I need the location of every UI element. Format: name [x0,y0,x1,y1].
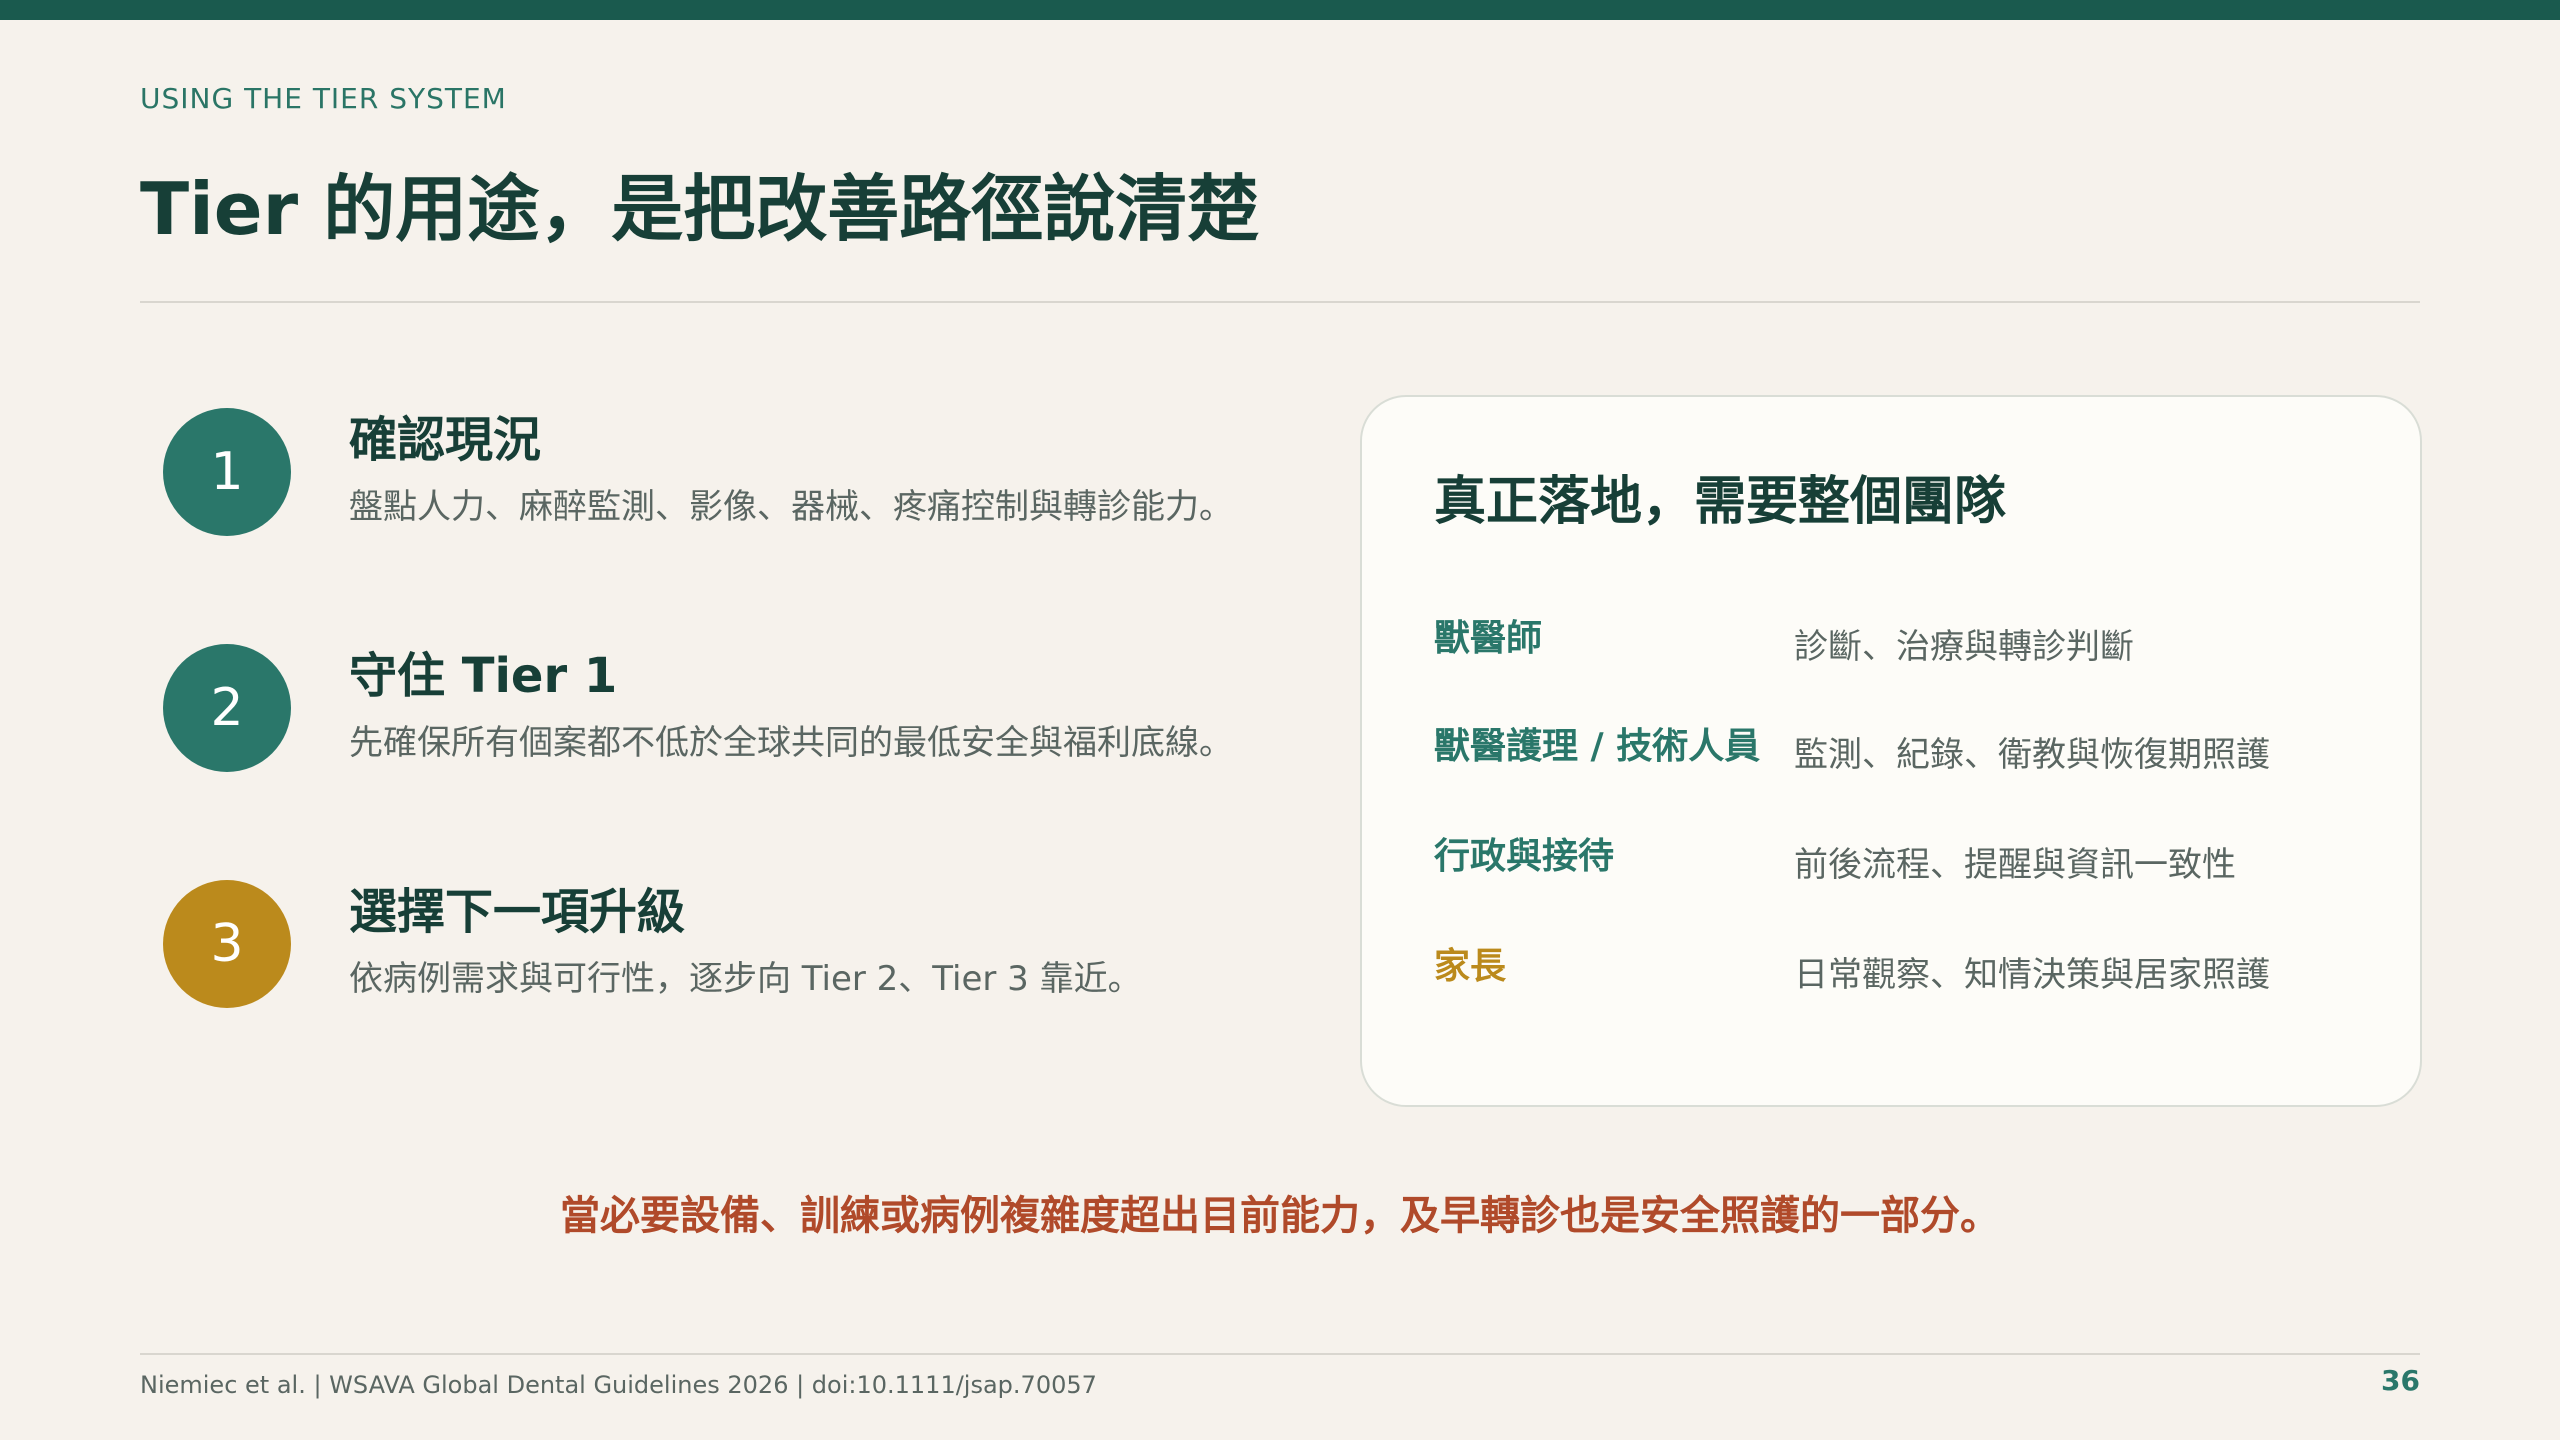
footer-divider [140,1353,2420,1355]
section-eyebrow: USING THE TIER SYSTEM [140,82,507,115]
team-responsibility: 診斷、治療與轉診判斷 [1794,627,2134,667]
title-divider [140,301,2420,303]
team-role: 家長 [1434,946,1507,987]
team-role: 獸醫師 [1434,618,1543,659]
team-role: 獸醫護理 / 技術人員 [1434,726,1761,767]
team-responsibility: 前後流程、提醒與資訊一致性 [1794,845,2236,885]
step-description: 先確保所有個案都不低於全球共同的最低安全與福利底線。 [349,723,1233,763]
step-title: 選擇下一項升級 [349,884,686,940]
slide-title: Tier 的用途，是把改善路徑說清楚 [140,167,1260,251]
team-responsibility: 監測、紀錄、衛教與恢復期照護 [1794,735,2270,775]
team-role: 行政與接待 [1434,836,1615,877]
team-responsibility: 日常觀察、知情決策與居家照護 [1794,955,2270,995]
referral-callout: 當必要設備、訓練或病例複雜度超出目前能力，及早轉診也是安全照護的一部分。 [560,1193,2000,1239]
top-accent-bar [0,0,2560,20]
page-number: 36 [2381,1364,2420,1397]
citation-footer: Niemiec et al. | WSAVA Global Dental Gui… [140,1371,1097,1399]
step-description: 依病例需求與可行性，逐步向 Tier 2、Tier 3 靠近。 [349,959,1142,999]
step-number-badge: 2 [163,644,291,772]
team-card: 真正落地，需要整個團隊 獸醫師 診斷、治療與轉診判斷 獸醫護理 / 技術人員 監… [1360,395,2422,1107]
step-number-badge: 3 [163,880,291,1008]
step-title: 確認現況 [349,412,542,468]
step-title: 守住 Tier 1 [349,648,618,704]
step-number-badge: 1 [163,408,291,536]
step-description: 盤點人力、麻醉監測、影像、器械、疼痛控制與轉診能力。 [349,487,1233,527]
team-card-title: 真正落地，需要整個團隊 [1434,472,2007,532]
